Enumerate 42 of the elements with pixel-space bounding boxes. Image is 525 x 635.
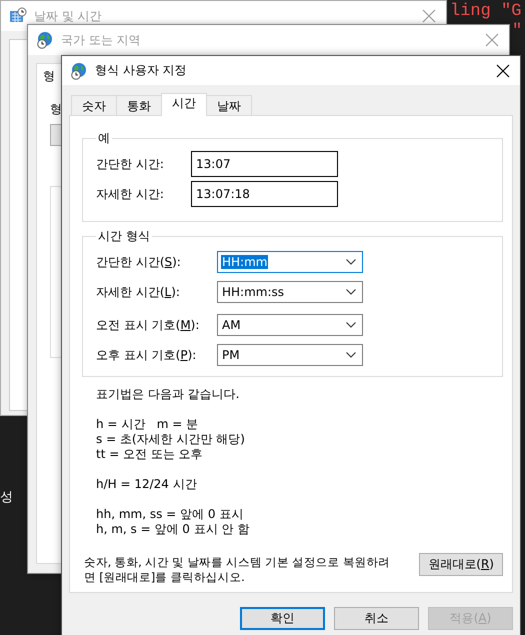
desktop-text: 성 <box>0 489 13 506</box>
field-label: 자세한 시간(L): <box>96 284 181 300</box>
help-text: h = 시간 m = 분 <box>96 417 200 432</box>
chevron-down-icon <box>346 289 356 295</box>
window-title: 형식 사용자 지정 <box>95 62 188 79</box>
tab[interactable]: 시간 <box>161 93 207 116</box>
help-text: tt = 오전 또는 오후 <box>96 447 204 462</box>
dropdown[interactable]: HH:mm <box>217 251 363 273</box>
window-title: 날짜 및 시간 <box>34 8 103 24</box>
field-label: 형 <box>50 101 62 118</box>
help-text: hh, mm, ss = 앞에 0 표시 <box>96 507 244 522</box>
globe-clock-icon <box>36 31 54 49</box>
tab[interactable]: 날짜 <box>206 95 252 115</box>
chevron-down-icon <box>346 322 356 328</box>
dropdown[interactable]: HH:mm:ss <box>217 281 363 303</box>
help-text: s = 초(자세한 시간만 해당) <box>96 432 246 447</box>
code-line: ling "G <box>450 2 522 22</box>
field-label: 오전 표시 기호(M): <box>96 316 200 334</box>
chevron-down-icon <box>346 259 356 265</box>
button[interactable]: 원래대로(R) <box>419 553 503 576</box>
window-title: 국가 또는 지역 <box>61 32 142 48</box>
globe-clock-icon <box>70 62 88 80</box>
field-label: 간단한 시간(S): <box>96 254 182 270</box>
tab[interactable]: 통화 <box>116 95 162 115</box>
close-icon[interactable] <box>496 64 510 78</box>
help-text: h/H = 12/24 시간 <box>96 477 198 492</box>
code-line: " <box>512 22 522 42</box>
button[interactable]: 취소 <box>334 607 419 630</box>
button[interactable]: 확인 <box>240 607 325 630</box>
dropdown[interactable]: AM <box>217 314 363 336</box>
field-label: 간단한 시간: <box>96 156 165 172</box>
dropdown[interactable]: PM <box>217 344 363 366</box>
help-text: 표기법은 다음과 같습니다. <box>96 387 240 402</box>
group-label: 시간 형식 <box>97 228 151 245</box>
tab[interactable]: 숫자 <box>71 95 117 115</box>
help-text: h, m, s = 앞에 0 표시 안 함 <box>96 522 250 537</box>
field-label: 오후 표시 기호(P): <box>96 346 198 364</box>
group-label: 예 <box>97 130 111 147</box>
help-text: 숫자, 통화, 시간 및 날짜를 시스템 기본 설정으로 복원하려면 [원래대로]를 클릭하십시오. <box>84 555 391 585</box>
chevron-down-icon <box>346 352 356 358</box>
calendar-clock-icon <box>9 7 27 25</box>
field-label: 자세한 시간: <box>96 186 165 202</box>
